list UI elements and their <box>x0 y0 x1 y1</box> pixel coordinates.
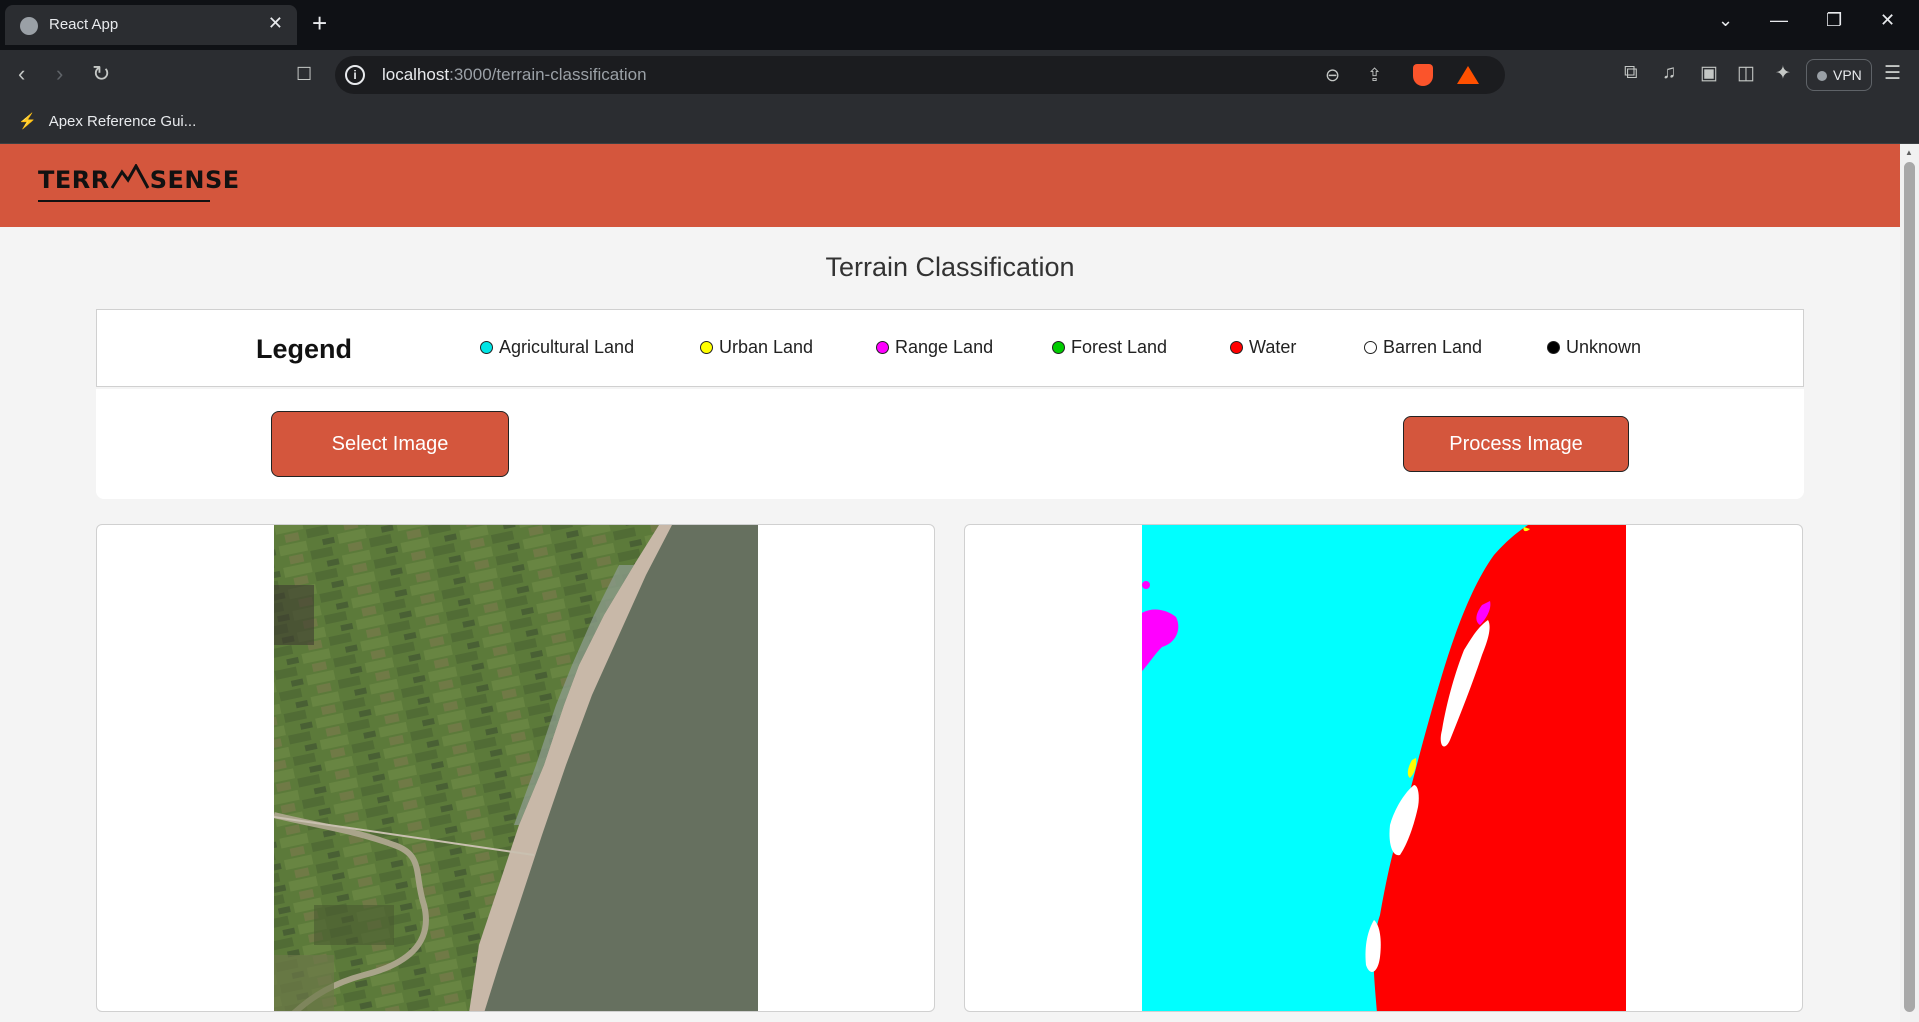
sidebar-icon[interactable]: ▣ <box>1700 62 1718 85</box>
share-icon[interactable]: ⇪ <box>1367 65 1382 86</box>
bookmark-item[interactable]: ⚡ Apex Reference Gui... <box>18 112 196 130</box>
process-image-button[interactable]: Process Image <box>1403 416 1629 472</box>
back-icon[interactable]: ‹ <box>18 61 25 87</box>
legend-label: Range Land <box>895 337 994 357</box>
legend-label: Water <box>1249 337 1297 357</box>
brave-rewards-icon[interactable] <box>1457 66 1479 84</box>
new-tab-button[interactable]: + <box>312 8 327 38</box>
legend-swatch <box>1052 341 1065 354</box>
brave-shields-icon[interactable] <box>1413 64 1433 86</box>
scrollbar-thumb[interactable] <box>1904 162 1915 1012</box>
legend-label: Forest Land <box>1071 337 1168 357</box>
leo-ai-icon[interactable]: ✦ <box>1775 62 1791 85</box>
classification-map <box>1142 525 1626 1011</box>
legend-item-range: Range Land <box>876 337 993 358</box>
legend-item-urban: Urban Land <box>700 337 813 358</box>
app-header: TERR SENSE <box>0 144 1900 227</box>
wallet-icon[interactable]: ◫ <box>1737 62 1755 85</box>
legend-swatch <box>1364 341 1377 354</box>
logo-text-left: TERR <box>38 166 110 194</box>
logo[interactable]: TERR SENSE <box>38 164 240 202</box>
globe-icon <box>20 17 38 35</box>
legend-label: Agricultural Land <box>499 337 635 357</box>
legend-swatch <box>1230 341 1243 354</box>
media-icon[interactable]: ♫ <box>1662 62 1676 84</box>
legend-item-agricultural: Agricultural Land <box>480 337 634 358</box>
mountain-icon <box>110 164 150 189</box>
zoom-out-icon[interactable]: ⊖ <box>1325 65 1340 86</box>
legend-swatch <box>480 341 493 354</box>
page-title: Terrain Classification <box>825 252 1075 282</box>
logo-underline <box>38 200 210 202</box>
satellite-image <box>274 525 758 1011</box>
controls-panel: Select Image Process Image <box>96 389 1804 499</box>
forward-icon[interactable]: › <box>56 61 63 87</box>
legend-label: Urban Land <box>719 337 814 357</box>
address-bar[interactable]: i localhost:3000/terrain-classification … <box>335 56 1505 94</box>
info-icon[interactable]: i <box>345 65 365 85</box>
browser-tab-bar: React App ✕ + ⌄ — ❐ ✕ <box>0 0 1919 50</box>
page-viewport: TERR SENSE Terrain Classification Legend … <box>0 144 1900 1022</box>
browser-tab[interactable]: React App ✕ <box>5 5 297 45</box>
legend-swatch <box>700 341 713 354</box>
bookmark-label: Apex Reference Gui... <box>48 113 197 130</box>
restore-icon[interactable]: ❐ <box>1826 10 1842 31</box>
page-scrollbar[interactable]: ▲ <box>1900 144 1919 1022</box>
minimize-icon[interactable]: — <box>1770 10 1788 31</box>
tab-title: React App <box>49 16 119 33</box>
vpn-status-icon <box>1817 71 1827 81</box>
legend-item-water: Water <box>1230 337 1296 358</box>
legend-label: Unknown <box>1566 337 1642 357</box>
logo-text-right: SENSE <box>149 166 240 194</box>
legend-label: Barren Land <box>1383 337 1483 357</box>
close-icon[interactable]: ✕ <box>268 13 283 34</box>
menu-icon[interactable]: ☰ <box>1884 62 1901 85</box>
url-text[interactable]: localhost:3000/terrain-classification <box>382 65 647 85</box>
chevron-down-icon[interactable]: ⌄ <box>1718 10 1733 31</box>
legend-item-unknown: Unknown <box>1547 337 1641 358</box>
close-window-icon[interactable]: ✕ <box>1880 10 1895 31</box>
vpn-label: VPN <box>1833 67 1862 83</box>
legend-title: Legend <box>256 334 353 364</box>
vpn-button[interactable]: VPN <box>1806 59 1872 91</box>
legend-item-forest: Forest Land <box>1052 337 1167 358</box>
bookmarks-bar: ⚡ Apex Reference Gui... <box>0 100 1919 144</box>
legend-item-barren: Barren Land <box>1364 337 1482 358</box>
extensions-icon[interactable]: ⧉ <box>1624 62 1638 84</box>
legend-panel: Legend Agricultural Land Urban Land Rang… <box>96 309 1804 387</box>
legend-swatch <box>1547 341 1560 354</box>
classified-image-panel <box>964 524 1803 1012</box>
bolt-icon: ⚡ <box>18 113 37 130</box>
scroll-up-icon[interactable]: ▲ <box>1905 148 1913 157</box>
reload-icon[interactable]: ↻ <box>92 61 110 87</box>
select-image-button[interactable]: Select Image <box>271 411 509 477</box>
bookmark-icon[interactable]: ☐ <box>296 61 312 87</box>
legend-swatch <box>876 341 889 354</box>
input-image-panel <box>96 524 935 1012</box>
